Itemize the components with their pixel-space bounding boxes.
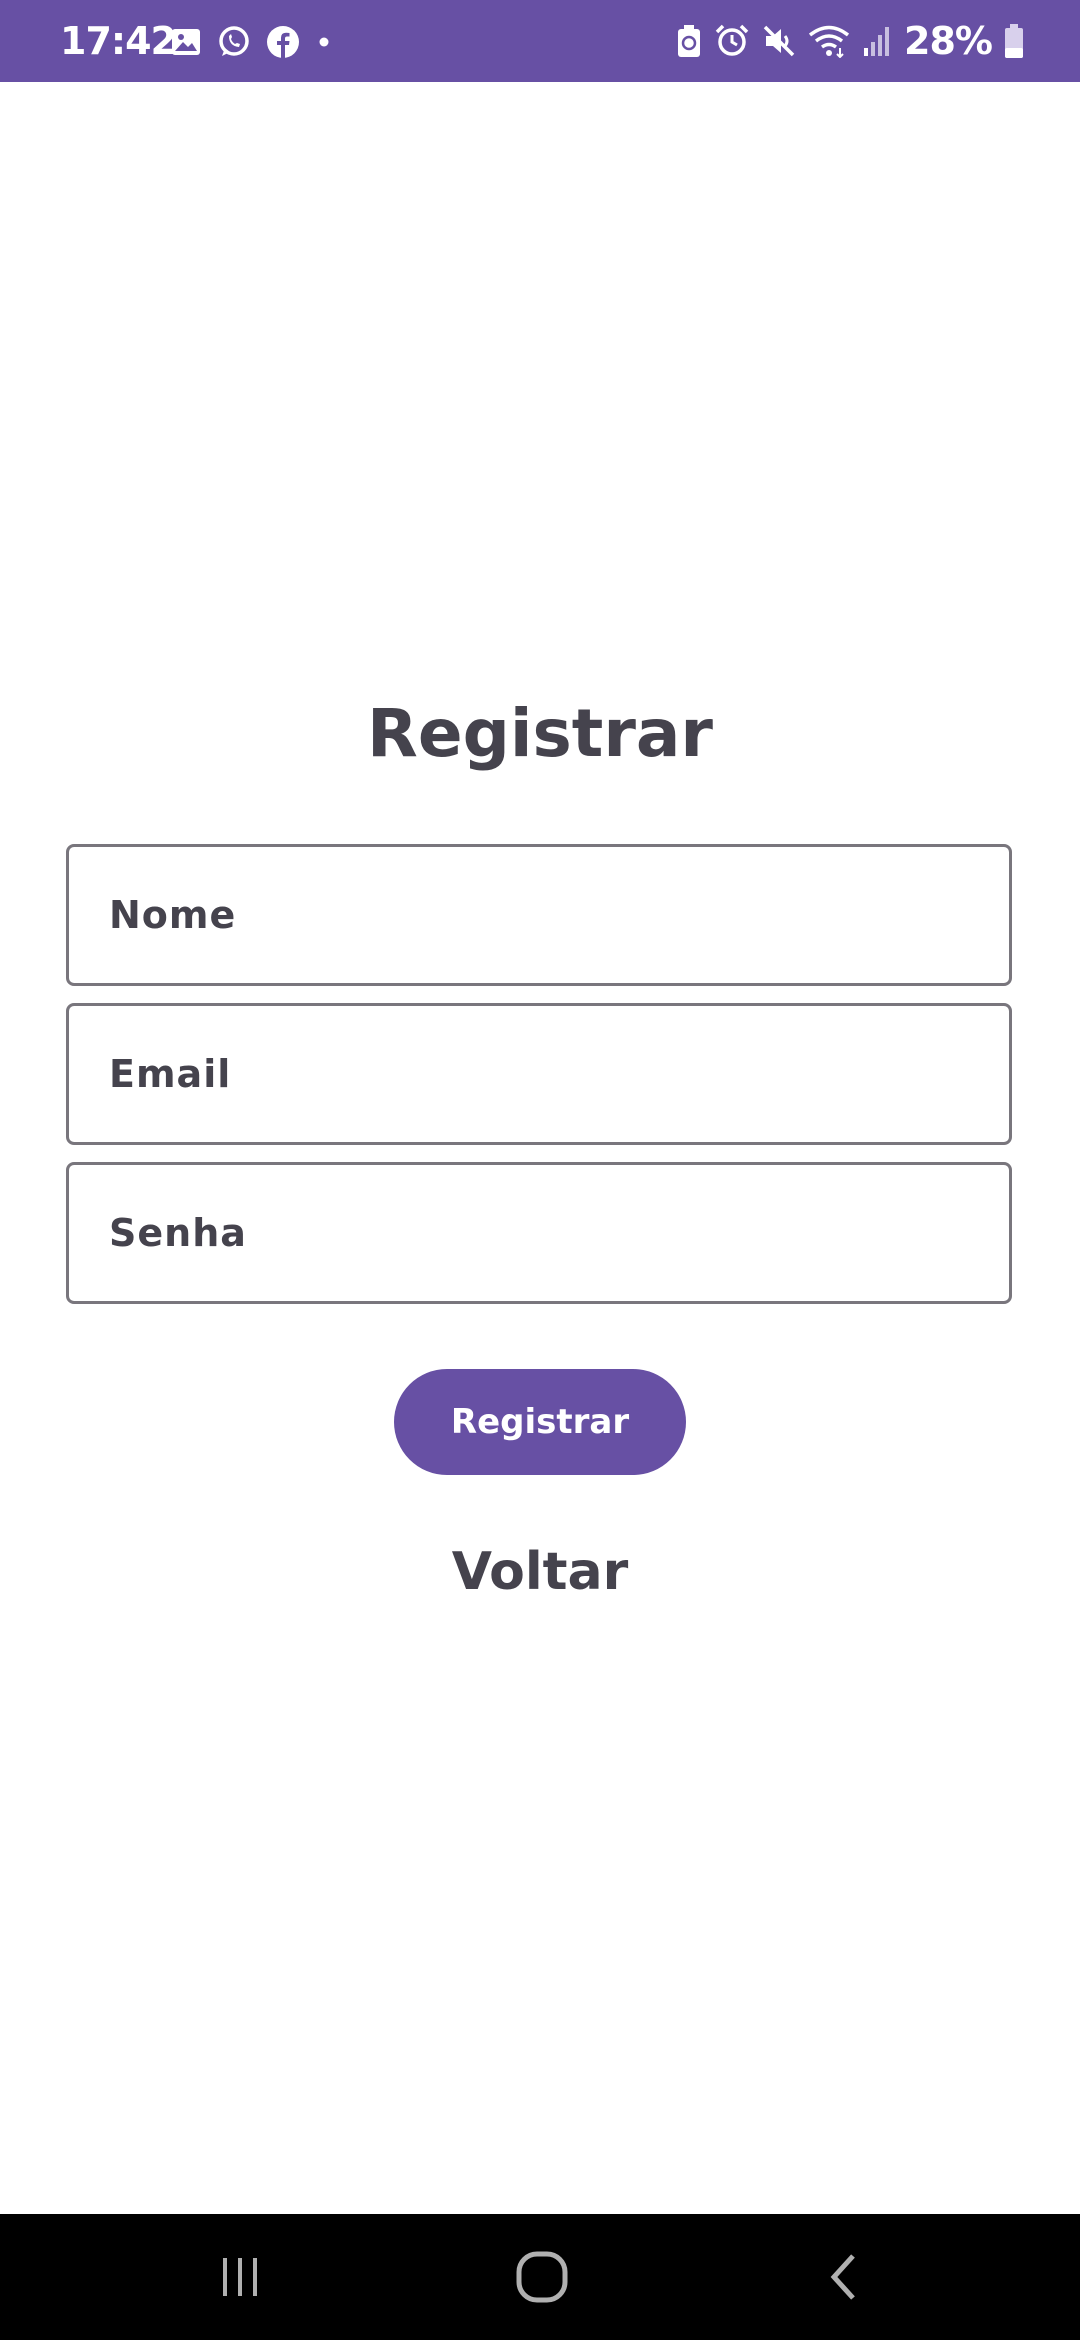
- battery-icon: [1004, 23, 1024, 59]
- alarm-icon: [714, 23, 750, 59]
- system-status-icons: 28%: [676, 18, 1024, 64]
- gallery-icon: [170, 26, 202, 58]
- back-button[interactable]: Voltar: [0, 1540, 1080, 1604]
- home-button[interactable]: [507, 2242, 577, 2312]
- email-field[interactable]: Email: [66, 1003, 1012, 1145]
- dot-icon: [314, 32, 334, 52]
- home-icon: [516, 2251, 568, 2303]
- status-time: 17:42: [60, 19, 177, 63]
- wifi-icon: [808, 24, 850, 58]
- whatsapp-icon: [216, 24, 252, 60]
- name-field[interactable]: Nome: [66, 844, 1012, 986]
- password-field[interactable]: Senha: [66, 1162, 1012, 1304]
- page-title: Registrar: [367, 695, 713, 772]
- status-bar: 17:42 28%: [0, 0, 1080, 82]
- back-icon: [830, 2254, 855, 2300]
- notification-icons: [170, 22, 334, 62]
- email-field-placeholder: Email: [109, 1052, 232, 1096]
- signal-icon: [862, 24, 892, 58]
- battery-saver-icon: [676, 24, 702, 58]
- mute-icon: [762, 24, 796, 58]
- register-screen: 17:42 28% Registrar Nome Email Senha Reg…: [0, 0, 1080, 2340]
- password-field-placeholder: Senha: [109, 1211, 247, 1255]
- name-field-placeholder: Nome: [109, 893, 237, 937]
- recents-icon: [223, 2258, 257, 2296]
- facebook-icon: [266, 25, 300, 59]
- recents-button[interactable]: [205, 2242, 275, 2312]
- register-button[interactable]: Registrar: [394, 1369, 686, 1475]
- battery-percent: 28%: [904, 19, 993, 63]
- back-nav-button[interactable]: [810, 2242, 880, 2312]
- navigation-bar: [0, 2214, 1080, 2340]
